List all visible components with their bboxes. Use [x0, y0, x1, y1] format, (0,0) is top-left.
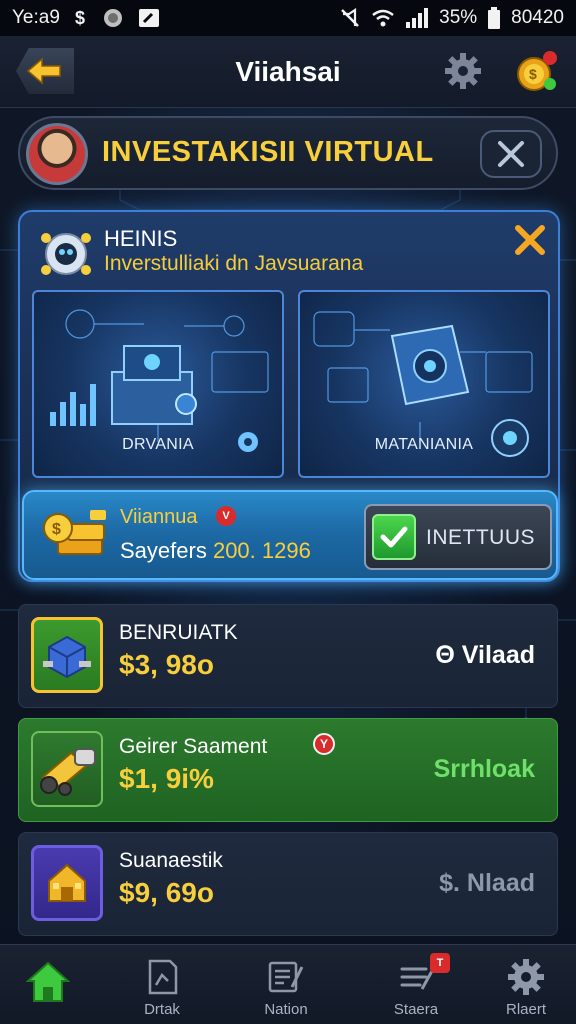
panel-close-button[interactable] [512, 222, 548, 258]
machine-cube-icon [31, 617, 103, 693]
panel-subtitle: Inverstulliaki dn Javsuarana [104, 252, 364, 275]
banner-close-button[interactable] [480, 130, 542, 178]
nav-label: Staera [393, 1001, 439, 1018]
status-clock: 80420 [511, 7, 564, 28]
card-label: DRVANIA [122, 436, 194, 453]
battery-icon [487, 7, 501, 29]
avatar[interactable] [26, 123, 88, 185]
item-action-button[interactable]: Srrhloak [434, 755, 535, 784]
nav-badge: T [430, 953, 450, 973]
wifi-icon [371, 8, 395, 28]
sync-icon [102, 7, 124, 29]
mute-icon [339, 8, 361, 28]
invest-button-label: INETTUUS [426, 526, 535, 549]
banner-title: INVESTAKISII VIRTUAL [102, 136, 434, 168]
item-name: Suanaestik [119, 849, 223, 872]
list-item[interactable]: Suanaestik $9, 69o $. Nlaad [18, 832, 558, 936]
nav-item-rlaert[interactable]: Rlaert [478, 945, 574, 1024]
nav-item-nation[interactable]: Nation [238, 945, 334, 1024]
item-name: BENRUIATK [119, 621, 238, 644]
list-edit-icon [266, 957, 306, 997]
item-action-button[interactable]: Θ Vilaad [435, 641, 535, 670]
coins-icon: $ [517, 51, 557, 91]
svg-text:$: $ [52, 521, 61, 538]
home-icon [25, 959, 71, 1003]
drill-icon [31, 731, 103, 807]
close-icon [498, 141, 524, 167]
reward-badge: V [216, 506, 236, 526]
reward-bar: $ Viiannua V Sayefers 200. 1296 INETTUUS [22, 490, 558, 580]
gold-coins-icon: $ [42, 506, 112, 564]
investment-card-left[interactable]: DRVANIA [32, 290, 284, 478]
settings-button[interactable] [444, 52, 482, 90]
invest-button[interactable]: INETTUUS [364, 504, 552, 570]
battery-percent: 35% [439, 7, 478, 28]
item-price: $3, 98o [119, 649, 214, 680]
dollar-icon: $ [74, 8, 88, 28]
item-name: Geirer Saament [119, 735, 268, 758]
item-action-button[interactable]: $. Nlaad [439, 869, 535, 898]
item-price: $1, 9i% [119, 763, 214, 794]
svg-text:$: $ [75, 8, 85, 28]
nav-item-home[interactable] [0, 945, 96, 1024]
nav-label: Drtak [144, 1001, 180, 1018]
card-label: MATANIANIA [374, 436, 474, 453]
status-bar: Ye:a9 $ 35% 80420 [0, 0, 576, 36]
reward-value: 200. 1296 [212, 538, 311, 563]
signal-icon [405, 8, 429, 28]
robot-icon [36, 224, 96, 284]
gear-icon [445, 53, 481, 89]
profile-banner: INVESTAKISII VIRTUAL [18, 116, 558, 190]
reward-text: Sayefers 200. 1296 [120, 538, 311, 564]
nav-label: Nation [264, 1001, 308, 1018]
list-item-active[interactable]: Geirer Saament Y $1, 9i% Srrhloak [18, 718, 558, 822]
app-header: Viiahsai $ [0, 36, 576, 108]
item-price: $9, 69o [119, 877, 214, 908]
page-title: Viiahsai [235, 56, 341, 87]
check-icon [372, 514, 416, 560]
notification-icon [138, 8, 160, 28]
status-time: Ye:a9 [12, 7, 60, 28]
reward-label: Sayefers [120, 538, 207, 563]
close-icon [515, 225, 545, 255]
investment-card-right[interactable]: MATANIANIA [298, 290, 550, 478]
coins-button[interactable]: $ [512, 48, 560, 96]
investment-panel: HEINIS Inverstulliaki dn Javsuarana DRVA… [18, 210, 560, 582]
list-item[interactable]: BENRUIATK $3, 98o Θ Vilaad [18, 604, 558, 708]
nav-item-drtak[interactable]: Drtak [114, 945, 210, 1024]
golden-building-icon [31, 845, 103, 921]
nav-item-staera[interactable]: T Staera [368, 945, 464, 1024]
document-chart-icon [142, 957, 182, 997]
panel-title: HEINIS [104, 226, 178, 251]
gear-icon [506, 957, 546, 997]
item-badge: Y [313, 733, 335, 755]
nav-label: Rlaert [505, 1001, 546, 1018]
reward-title: Viiannua [120, 506, 198, 528]
svg-text:$: $ [529, 66, 537, 82]
bottom-nav: Drtak Nation T Staera Rlaert [0, 944, 576, 1024]
